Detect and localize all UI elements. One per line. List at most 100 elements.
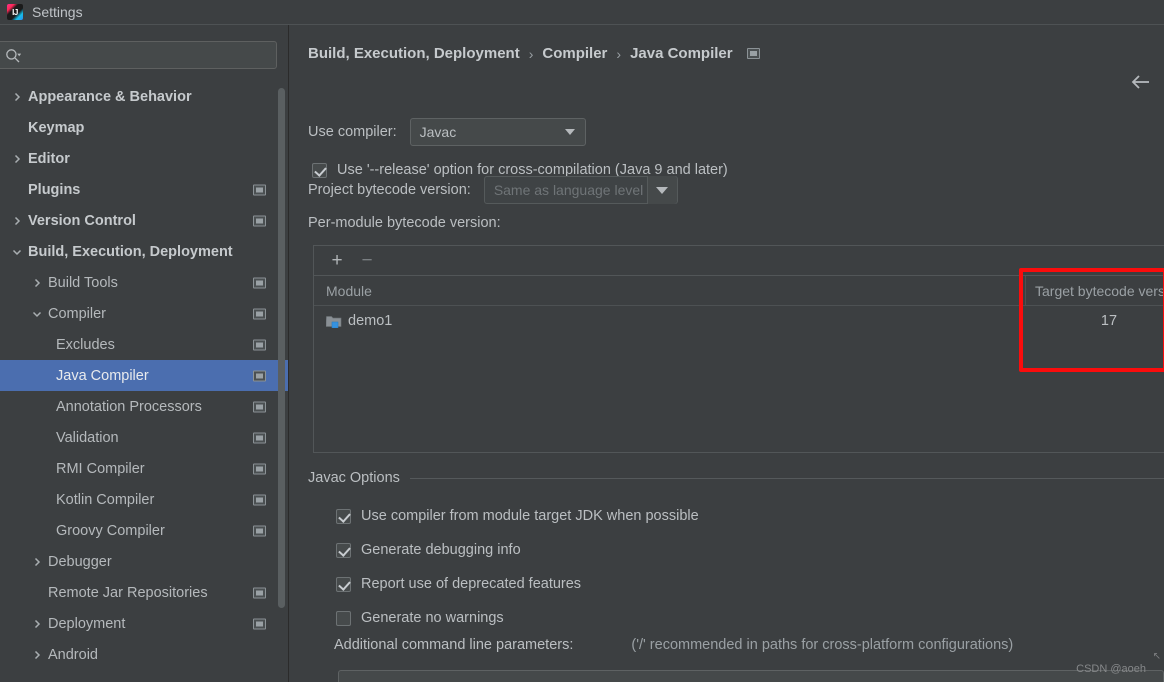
table-toolbar: + − xyxy=(314,246,1164,276)
chevron-down-icon[interactable] xyxy=(646,176,677,204)
sidebar-item-plugins[interactable]: Plugins xyxy=(0,174,288,205)
remove-module-button[interactable]: − xyxy=(356,250,378,272)
additional-params-row: Additional command line parameters: ('/'… xyxy=(334,637,1164,653)
javac-option-row[interactable]: Report use of deprecated features xyxy=(336,576,581,592)
javac-option-checkbox[interactable] xyxy=(336,508,351,524)
project-settings-icon xyxy=(253,494,266,505)
sidebar-item-label: Groovy Compiler xyxy=(56,522,165,539)
chevron-right-icon[interactable] xyxy=(28,615,46,633)
sidebar-item-label: Excludes xyxy=(56,336,115,353)
search-icon xyxy=(6,49,21,63)
javac-option-row[interactable]: Generate debugging info xyxy=(336,542,521,558)
sidebar-item-annotation-processors[interactable]: Annotation Processors xyxy=(0,391,288,422)
add-module-button[interactable]: + xyxy=(326,250,348,272)
javac-option-label: Generate no warnings xyxy=(361,610,504,626)
javac-option-checkbox[interactable] xyxy=(336,542,351,558)
breadcrumb-item[interactable]: Compiler xyxy=(542,45,607,62)
sidebar-item-build-tools[interactable]: Build Tools xyxy=(0,267,288,298)
project-bytecode-dropdown[interactable]: Same as language level xyxy=(483,176,678,204)
breadcrumb-separator: › xyxy=(616,45,622,62)
project-bytecode-label: Project bytecode version: xyxy=(308,182,471,198)
project-settings-icon xyxy=(253,618,266,629)
sidebar-item-label: Version Control xyxy=(28,212,136,229)
sidebar-item-label: Remote Jar Repositories xyxy=(48,584,208,601)
settings-sidebar: Appearance & Behavior Keymap Editor Plugins… xyxy=(0,25,289,682)
javac-option-row[interactable]: Use compiler from module target JDK when… xyxy=(336,508,699,524)
breadcrumb-item[interactable]: Build, Execution, Deployment xyxy=(308,45,520,62)
chevron-right-icon[interactable] xyxy=(28,553,46,571)
chevron-down-icon[interactable] xyxy=(28,305,46,323)
table-body: demo1 17 xyxy=(314,306,1164,336)
search-box[interactable] xyxy=(0,41,277,69)
window-title: Settings xyxy=(32,3,83,20)
chevron-right-icon[interactable] xyxy=(8,212,26,230)
additional-params-hint: ('/' recommended in paths for cross-plat… xyxy=(631,637,1014,653)
javac-option-row[interactable]: Generate no warnings xyxy=(336,610,504,626)
sidebar-item-label: Validation xyxy=(56,429,119,446)
sidebar-item-label: Deployment xyxy=(48,615,126,632)
intellij-idea-icon xyxy=(7,4,23,20)
sidebar-item-label: Android xyxy=(48,646,98,663)
chevron-right-icon[interactable] xyxy=(28,646,46,664)
sidebar-item-excludes[interactable]: Excludes xyxy=(0,329,288,360)
sidebar-item-java-compiler[interactable]: Java Compiler xyxy=(0,360,288,391)
chevron-down-icon[interactable] xyxy=(8,243,26,261)
sidebar-item-label: Build, Execution, Deployment xyxy=(28,243,233,260)
use-compiler-label: Use compiler: xyxy=(308,124,397,140)
title-bar: Settings xyxy=(0,0,1164,25)
per-module-row: Per-module bytecode version: xyxy=(308,215,501,231)
search-input[interactable] xyxy=(27,42,272,68)
settings-tree: Appearance & Behavior Keymap Editor Plugins… xyxy=(0,81,288,682)
project-settings-icon xyxy=(253,184,266,195)
javac-option-label: Report use of deprecated features xyxy=(361,576,582,592)
sidebar-item-label: Keymap xyxy=(28,119,85,136)
sidebar-item-label: Annotation Processors xyxy=(56,398,202,415)
sidebar-item-compiler[interactable]: Compiler xyxy=(0,298,288,329)
use-compiler-dropdown[interactable]: Javac xyxy=(409,118,586,146)
additional-params-field[interactable] xyxy=(338,670,1164,682)
chevron-right-icon[interactable] xyxy=(8,88,26,106)
sidebar-item-deployment[interactable]: Deployment xyxy=(0,608,288,639)
cell-target-bytecode[interactable]: 17 xyxy=(1025,313,1164,329)
project-settings-icon xyxy=(253,401,266,412)
sidebar-item-appearance-behavior[interactable]: Appearance & Behavior xyxy=(0,81,288,112)
sidebar-scrollbar[interactable] xyxy=(278,88,285,608)
project-settings-icon xyxy=(253,215,266,226)
sidebar-item-validation[interactable]: Validation xyxy=(0,422,288,453)
sidebar-item-rmi-compiler[interactable]: RMI Compiler xyxy=(0,453,288,484)
sidebar-item-groovy-compiler[interactable]: Groovy Compiler xyxy=(0,515,288,546)
sidebar-item-label: Compiler xyxy=(48,305,107,322)
module-folder-icon xyxy=(325,314,342,329)
project-settings-icon xyxy=(253,339,266,350)
sidebar-item-label: Editor xyxy=(28,150,70,167)
javac-option-checkbox[interactable] xyxy=(336,576,351,592)
chevron-right-icon[interactable] xyxy=(8,150,26,168)
cell-module: demo1 xyxy=(314,313,1025,329)
column-header-module[interactable]: Module xyxy=(314,283,1025,299)
javac-option-label: Use compiler from module target JDK when… xyxy=(361,508,699,524)
project-settings-icon xyxy=(746,48,760,59)
sidebar-item-android[interactable]: Android xyxy=(0,639,288,670)
sidebar-item-label: Java Compiler xyxy=(56,367,149,384)
sidebar-item-remote-jar-repositories[interactable]: Remote Jar Repositories xyxy=(0,577,288,608)
per-module-label: Per-module bytecode version: xyxy=(308,215,501,231)
sidebar-item-keymap[interactable]: Keymap xyxy=(0,112,288,143)
javac-option-checkbox[interactable] xyxy=(336,610,351,626)
chevron-right-icon[interactable] xyxy=(28,274,46,292)
breadcrumb: Build, Execution, Deployment › Compiler › Ja… xyxy=(308,45,760,62)
project-bytecode-row: Project bytecode version: Same as langua… xyxy=(308,176,678,204)
section-divider xyxy=(409,477,1164,479)
column-header-target-bytecode[interactable]: Target bytecode vers xyxy=(1025,275,1164,306)
breadcrumb-item[interactable]: Java Compiler xyxy=(630,45,733,62)
additional-params-input[interactable] xyxy=(339,671,1163,682)
sidebar-item-build-execution-deployment[interactable]: Build, Execution, Deployment xyxy=(0,236,288,267)
watermark-text: CSDN @aoeh xyxy=(1076,663,1146,675)
sidebar-item-editor[interactable]: Editor xyxy=(0,143,288,174)
sidebar-item-debugger[interactable]: Debugger xyxy=(0,546,288,577)
table-row[interactable]: demo1 17 xyxy=(314,306,1164,336)
back-button[interactable] xyxy=(1129,70,1153,94)
sidebar-item-version-control[interactable]: Version Control xyxy=(0,205,288,236)
use-compiler-row: Use compiler: Javac xyxy=(308,118,586,146)
arrow-left-icon xyxy=(1131,75,1149,89)
sidebar-item-kotlin-compiler[interactable]: Kotlin Compiler xyxy=(0,484,288,515)
